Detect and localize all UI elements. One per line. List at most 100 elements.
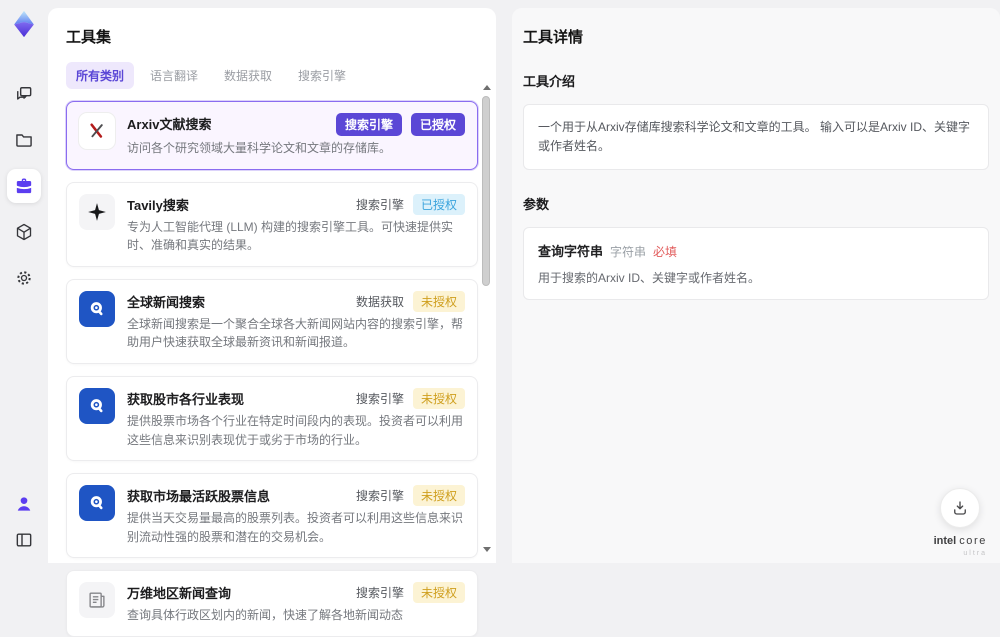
tool-header: 全球新闻搜索 数据获取 未授权 xyxy=(127,290,465,312)
param-header: 查询字符串 字符串 必填 xyxy=(538,241,974,260)
tool-body: 获取市场最活跃股票信息 搜索引擎 未授权提供当天交易量最高的股票列表。投资者可以利用… xyxy=(127,485,465,546)
tool-badges: 搜索引擎 未授权 xyxy=(355,485,465,507)
bottom-right-float: intel core ultra xyxy=(934,488,987,557)
folder-icon xyxy=(14,130,34,150)
download-button[interactable] xyxy=(940,488,981,528)
tool-body: 全球新闻搜索 数据获取 未授权全球新闻搜索是一个聚合全球各大新闻网站内容的搜索引擎，… xyxy=(127,290,465,352)
intel-core-logo: intel core ultra xyxy=(933,532,987,558)
tool-auth-badge: 已授权 xyxy=(410,113,465,136)
tool-body: 获取股市各行业表现 搜索引擎 未授权提供股票市场各个行业在特定时间段内的表现。投资者… xyxy=(127,387,465,449)
avatar-icon xyxy=(14,494,34,514)
tool-name: 全球新闻搜索 xyxy=(127,294,206,310)
param-name: 查询字符串 xyxy=(538,244,604,260)
tool-name: Arxiv文献搜索 xyxy=(127,117,212,132)
page-title: 工具集 xyxy=(66,29,112,46)
arxiv-icon xyxy=(79,113,115,149)
tool-description: 专为人工智能代理 (LLM) 构建的搜索引擎工具。可快速提供实时、准确和真实的结… xyxy=(127,219,454,253)
tool-card[interactable]: Arxiv文献搜索 搜索引擎 已授权访问各个研究领域大量科学论文和文章的存储库。 xyxy=(66,101,478,170)
tool-category-badge: 搜索引擎 xyxy=(355,197,404,212)
tool-description: 提供股票市场各个行业在特定时间段内的表现。投资者可以利用这些信息来识别表现优于或… xyxy=(127,413,464,447)
sidebar-item-chat[interactable] xyxy=(7,77,41,111)
tool-header: 万维地区新闻查询 搜索引擎 未授权 xyxy=(127,582,465,604)
scrollbar-thumb[interactable] xyxy=(482,96,490,286)
tool-auth-badge: 未授权 xyxy=(412,387,465,409)
tool-auth-badge: 已授权 xyxy=(412,193,465,215)
params-section-title: 参数 xyxy=(523,197,550,213)
search-blue-icon xyxy=(79,387,115,424)
app-window: 工具集 所有类别 语言翻译 数据获取 搜索引擎 Arxiv文献搜索 搜索引擎 已授权 访问各… xyxy=(0,0,1000,637)
tool-header: Arxiv文献搜索 搜索引擎 已授权 xyxy=(127,113,465,136)
tab-all[interactable]: 所有类别 xyxy=(66,62,135,89)
app-logo-icon[interactable] xyxy=(9,9,39,39)
sidebar-bottom xyxy=(9,491,39,563)
tool-header: 获取市场最活跃股票信息 搜索引擎 未授权 xyxy=(127,485,465,507)
param-required-badge: 必填 xyxy=(653,245,678,260)
tool-description: 访问各个研究领域大量科学论文和文章的存储库。 xyxy=(127,141,392,155)
list-scrollbar[interactable] xyxy=(482,8,493,563)
tool-card[interactable]: 获取市场最活跃股票信息 搜索引擎 未授权提供当天交易量最高的股票列表。投资者可以利用… xyxy=(66,473,478,559)
sidebar-nav xyxy=(7,77,41,295)
scrollbar-down-arrow-icon[interactable] xyxy=(483,547,491,552)
param-description: 用于搜索的Arxiv ID、关键字或作者姓名。 xyxy=(538,271,761,286)
sidebar-item-files[interactable] xyxy=(7,123,41,157)
tool-badges: 搜索引擎 已授权 xyxy=(355,193,465,215)
category-tabs: 所有类别 语言翻译 数据获取 搜索引擎 xyxy=(66,62,478,89)
tool-card[interactable]: Tavily搜索 搜索引擎 已授权专为人工智能代理 (LLM) 构建的搜索引擎工具。… xyxy=(66,181,478,267)
tool-category-badge: 搜索引擎 xyxy=(355,489,404,504)
tool-auth-badge: 未授权 xyxy=(412,290,465,312)
tool-auth-badge: 未授权 xyxy=(412,582,465,604)
sidebar-item-settings[interactable] xyxy=(7,261,41,295)
brand-tier: ultra xyxy=(963,550,987,557)
chat-icon xyxy=(14,84,34,104)
tool-body: 万维地区新闻查询 搜索引擎 未授权 查询具体行政区划内的新闻，快速了解各地新闻动态 xyxy=(127,582,465,625)
scrollbar-up-arrow-icon[interactable] xyxy=(483,85,491,90)
newspaper-icon xyxy=(79,582,115,619)
tool-badges: 搜索引擎 已授权 xyxy=(335,113,465,136)
tool-detail-panel: 工具详情 工具介绍 一个用于从Arxiv存储库搜索科学论文和文章的工具。 输入可… xyxy=(512,8,1000,563)
tool-header: Tavily搜索 搜索引擎 已授权 xyxy=(127,193,465,215)
brand-name: intel xyxy=(933,535,957,547)
tool-description: 提供当天交易量最高的股票列表。投资者可以利用这些信息来识别流动性强的股票和潜在的… xyxy=(127,511,464,544)
tool-badges: 搜索引擎 未授权 xyxy=(355,387,465,409)
tool-badges: 数据获取 未授权 xyxy=(355,290,465,312)
param-type: 字符串 xyxy=(610,245,647,260)
tool-list-panel: 工具集 所有类别 语言翻译 数据获取 搜索引擎 Arxiv文献搜索 搜索引擎 已授权 访问各… xyxy=(48,8,496,637)
panel-icon xyxy=(14,530,34,550)
briefcase-icon xyxy=(14,176,34,196)
tool-card[interactable]: 万维地区新闻查询 搜索引擎 未授权 查询具体行政区划内的新闻，快速了解各地新闻动态 xyxy=(66,570,478,637)
tavily-icon xyxy=(79,193,115,230)
sidebar-item-tools[interactable] xyxy=(7,169,41,203)
param-box: 查询字符串 字符串 必填 用于搜索的Arxiv ID、关键字或作者姓名。 xyxy=(523,227,989,301)
search-blue-icon xyxy=(79,290,115,327)
tool-badges: 搜索引擎 未授权 xyxy=(355,582,465,604)
tool-category-badge: 搜索引擎 xyxy=(355,391,404,406)
tool-category-badge: 搜索引擎 xyxy=(335,113,402,136)
tool-description: 全球新闻搜索是一个聚合全球各大新闻网站内容的搜索引擎，帮助用户快速获取全球最新资… xyxy=(127,316,464,350)
detail-title: 工具详情 xyxy=(523,29,584,46)
intro-text: 一个用于从Arxiv存储库搜索科学论文和文章的工具。 输入可以是Arxiv ID… xyxy=(538,120,971,154)
tab-search[interactable]: 搜索引擎 xyxy=(288,62,356,89)
sidebar-item-collapse[interactable] xyxy=(9,527,39,553)
intro-section-title: 工具介绍 xyxy=(523,74,576,89)
tool-card[interactable]: 获取股市各行业表现 搜索引擎 未授权提供股票市场各个行业在特定时间段内的表现。投资者… xyxy=(66,375,478,462)
download-icon xyxy=(951,499,969,517)
tool-header: 获取股市各行业表现 搜索引擎 未授权 xyxy=(127,387,465,409)
tab-translate[interactable]: 语言翻译 xyxy=(140,62,208,89)
cube-icon xyxy=(14,222,34,242)
gear-icon xyxy=(14,268,34,288)
sidebar xyxy=(0,0,48,563)
sidebar-item-profile[interactable] xyxy=(9,491,39,517)
tab-data[interactable]: 数据获取 xyxy=(214,62,282,89)
tool-name: 万维地区新闻查询 xyxy=(127,586,232,602)
tool-name: Tavily搜索 xyxy=(127,197,189,213)
tool-name: 获取市场最活跃股票信息 xyxy=(127,489,271,505)
tool-category-badge: 数据获取 xyxy=(355,294,404,309)
search-blue-icon xyxy=(79,485,115,522)
tool-category-badge: 搜索引擎 xyxy=(355,586,404,601)
sidebar-item-packages[interactable] xyxy=(7,215,41,249)
tool-card[interactable]: 全球新闻搜索 数据获取 未授权全球新闻搜索是一个聚合全球各大新闻网站内容的搜索引擎，… xyxy=(66,278,478,364)
tool-auth-badge: 未授权 xyxy=(412,485,465,507)
tool-name: 获取股市各行业表现 xyxy=(127,391,245,407)
intro-box: 一个用于从Arxiv存储库搜索科学论文和文章的工具。 输入可以是Arxiv ID… xyxy=(523,104,989,171)
tool-body: Tavily搜索 搜索引擎 已授权专为人工智能代理 (LLM) 构建的搜索引擎工具。… xyxy=(127,193,465,255)
